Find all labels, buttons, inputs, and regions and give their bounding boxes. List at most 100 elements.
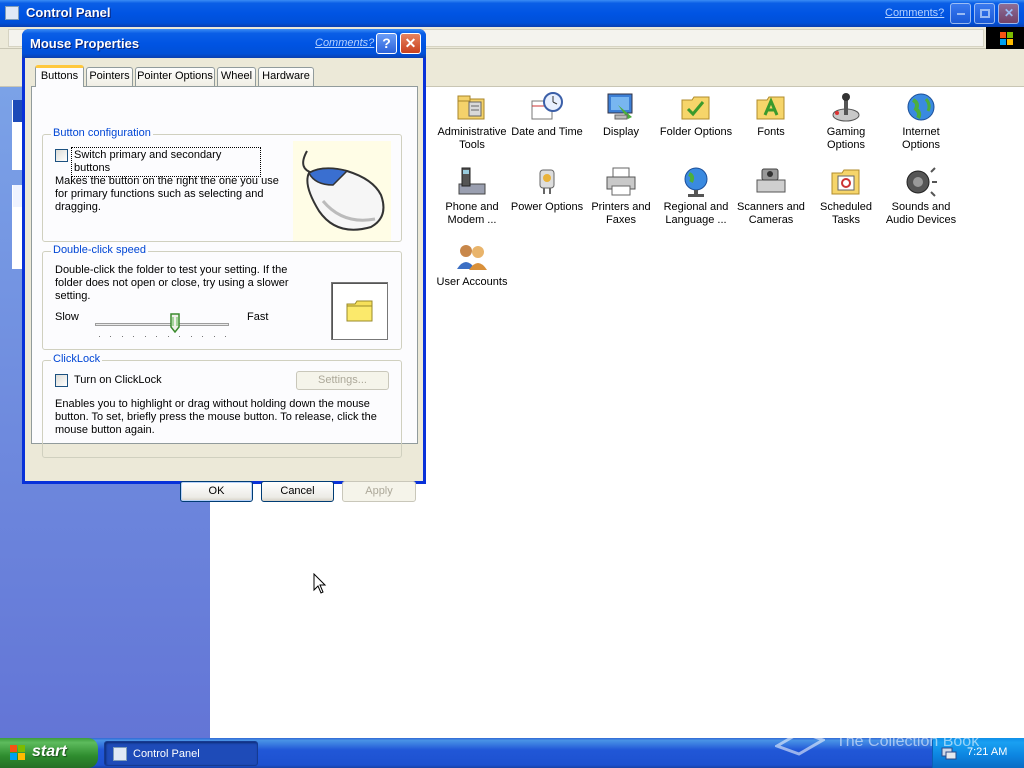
slider-tick: [167, 336, 169, 337]
cp-item-label: Folder Options: [659, 126, 733, 138]
folder-icon: [346, 300, 373, 322]
fonts-folder-icon: [754, 91, 788, 123]
restore-button[interactable]: [974, 3, 995, 24]
slider-tick: [179, 336, 181, 337]
tab-pointers[interactable]: Pointers: [86, 67, 133, 86]
cp-item-label: Power Options: [510, 201, 584, 213]
cp-item-label: Regional and Language ...: [663, 201, 729, 226]
clicklock-settings-button[interactable]: Settings...: [296, 371, 389, 390]
dialog-titlebar[interactable]: Mouse Properties Comments? ? ✕: [22, 29, 426, 58]
slider-tick: [121, 336, 123, 337]
group-label: Double-click speed: [51, 244, 148, 256]
dialog-title: Mouse Properties: [30, 36, 140, 51]
restore-icon: [980, 9, 990, 18]
cp-item-scheduled-tasks[interactable]: Scheduled Tasks: [808, 166, 884, 227]
control-panel-comments-link[interactable]: Comments?: [885, 7, 944, 19]
printer-icon: [604, 166, 638, 198]
cp-item-label: User Accounts: [436, 276, 508, 288]
dialog-close-button[interactable]: ✕: [400, 33, 421, 54]
cancel-button[interactable]: Cancel: [261, 481, 334, 502]
close-icon: ✕: [1004, 6, 1015, 20]
admin-tools-icon: [455, 91, 489, 123]
folder-options-icon: [679, 91, 713, 123]
cp-item-sounds-and-audio-devices[interactable]: Sounds and Audio Devices: [883, 166, 959, 227]
cp-item-scanners-and-cameras[interactable]: Scanners and Cameras: [733, 166, 809, 227]
slider-tick: [202, 336, 204, 337]
cp-item-administrative-tools[interactable]: Administrative Tools: [434, 91, 510, 152]
cp-item-gaming-options[interactable]: Gaming Options: [808, 91, 884, 152]
regional-globe-icon: [679, 166, 713, 198]
tab-hardware[interactable]: Hardware: [258, 67, 314, 86]
clock-icon: [530, 91, 564, 123]
cp-item-label: Scanners and Cameras: [737, 201, 805, 226]
dialog-comments-link[interactable]: Comments?: [315, 37, 374, 49]
cp-item-user-accounts[interactable]: User Accounts: [434, 241, 510, 289]
cp-item-regional-and-language[interactable]: Regional and Language ...: [658, 166, 734, 227]
cp-item-label: Administrative Tools: [437, 126, 507, 151]
slider-tick: [110, 336, 112, 337]
clicklock-group: ClickLock Turn on ClickLock Settings... …: [42, 353, 402, 458]
users-icon: [455, 241, 489, 273]
windows-flag-icon: [10, 745, 26, 761]
cp-item-label: Display: [602, 126, 640, 138]
fast-label: Fast: [247, 311, 269, 323]
slider-tick: [190, 336, 192, 337]
cp-item-label: Fonts: [757, 126, 785, 138]
cp-item-label: Date and Time: [511, 126, 583, 138]
control-panel-titlebar[interactable]: Control Panel Comments? ✕: [0, 0, 1024, 27]
apply-button[interactable]: Apply: [342, 481, 416, 502]
tab-pointer-options[interactable]: Pointer Options: [135, 67, 215, 86]
minimize-button[interactable]: [950, 3, 971, 24]
cp-item-label: Scheduled Tasks: [820, 201, 872, 226]
button-config-description: Makes the button on the right the one yo…: [55, 175, 279, 213]
double-click-speed-group: Double-click speed Double-click the fold…: [42, 244, 402, 350]
clicklock-label[interactable]: Turn on ClickLock: [74, 374, 162, 387]
cp-item-phone-and-modem[interactable]: Phone and Modem ...: [434, 166, 510, 227]
double-click-speed-slider[interactable]: [95, 323, 229, 326]
taskbar-item-label: Control Panel: [133, 748, 200, 760]
cp-item-fonts[interactable]: Fonts: [733, 91, 809, 139]
tab-wheel[interactable]: Wheel: [217, 67, 256, 86]
control-panel-icon: [113, 747, 127, 761]
cp-item-power-options[interactable]: Power Options: [509, 166, 585, 214]
clicklock-checkbox[interactable]: [55, 374, 68, 387]
control-panel-title: Control Panel: [26, 5, 111, 20]
group-label: ClickLock: [51, 353, 103, 365]
switch-buttons-label[interactable]: Switch primary and secondary buttons: [71, 147, 261, 177]
ok-button[interactable]: OK: [180, 481, 253, 502]
joystick-icon: [829, 91, 863, 123]
double-click-description: Double-click the folder to test your set…: [55, 264, 289, 302]
slider-thumb[interactable]: [170, 313, 181, 334]
cp-item-printers-and-faxes[interactable]: Printers and Faxes: [583, 166, 659, 227]
cp-item-folder-options[interactable]: Folder Options: [658, 91, 734, 139]
watermark-book-icon: [773, 728, 827, 756]
buttons-tab-panel: Button configuration Switch primary and …: [31, 86, 418, 458]
minimize-icon: [957, 13, 965, 15]
switch-buttons-checkbox[interactable]: [55, 149, 68, 162]
tab-buttons[interactable]: Buttons: [35, 65, 84, 87]
mouse-properties-dialog: Mouse Properties Comments? ? ✕ Buttons P…: [22, 29, 426, 502]
scheduled-tasks-icon: [829, 166, 863, 198]
cp-item-display[interactable]: Display: [583, 91, 659, 139]
close-icon: ✕: [404, 35, 417, 51]
start-label: start: [32, 743, 67, 760]
cp-item-label: Phone and Modem ...: [445, 201, 499, 226]
slider-tick: [133, 336, 135, 337]
windows-logo-icon: [986, 27, 1024, 49]
power-icon: [530, 166, 564, 198]
window-close-button[interactable]: ✕: [998, 3, 1019, 24]
control-panel-icon: [5, 6, 19, 20]
clicklock-description: Enables you to highlight or drag without…: [55, 398, 377, 436]
slider-tick: [144, 336, 146, 337]
taskbar-item-control-panel[interactable]: Control Panel: [104, 741, 258, 766]
mouse-illustration: [293, 141, 391, 241]
group-label: Button configuration: [51, 127, 153, 139]
cp-item-label: Sounds and Audio Devices: [885, 201, 957, 226]
help-button[interactable]: ?: [376, 33, 397, 54]
cp-item-date-and-time[interactable]: Date and Time: [509, 91, 585, 139]
cp-item-label: Internet Options: [902, 126, 940, 151]
test-folder-area[interactable]: [331, 282, 388, 340]
start-button[interactable]: start: [0, 738, 98, 768]
display-icon: [604, 91, 638, 123]
cp-item-internet-options[interactable]: Internet Options: [883, 91, 959, 152]
